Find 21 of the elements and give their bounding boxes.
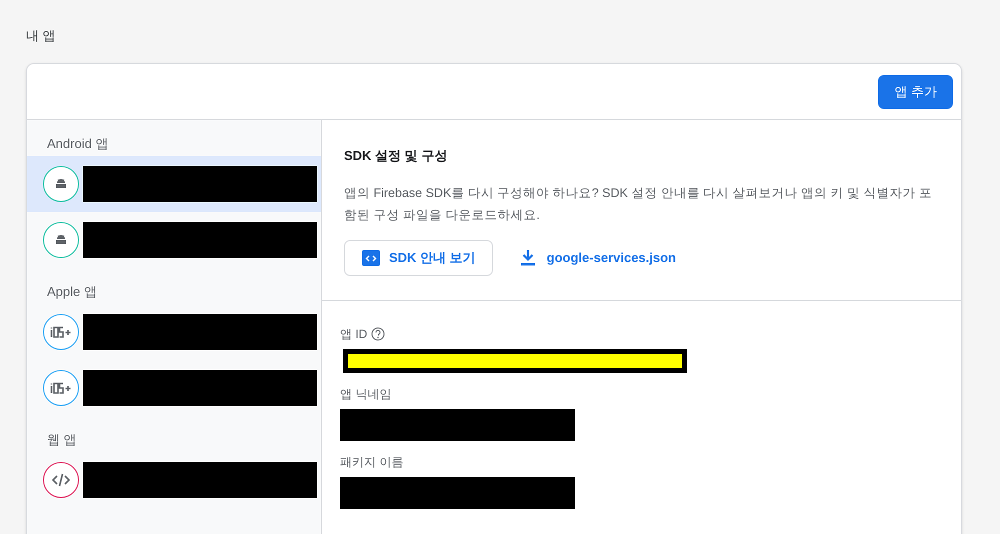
android-icon [55,235,67,245]
group-label: Apple 앱 [46,283,98,301]
ios-icon [50,382,72,394]
code-icon [52,473,70,487]
section-title: SDK 설정 및 구성 [344,147,448,165]
section-description: 앱의 Firebase SDK를 다시 구성해야 하나요? SDK 설정 안내를 다시 살펴보거나 앱의 키 및 식별자가 포함된 구성 파일을 다운로드하세요. [344,184,934,224]
download-link[interactable]: google-services.json [520,248,676,268]
field-label: 앱 닉네임 [340,386,392,402]
page-title: 내 앱 [26,27,57,45]
field-label: 앱 ID [340,326,368,342]
app-item[interactable] [27,156,321,212]
field-label: 패키지 이름 [340,454,404,470]
sdk-guide-button[interactable]: SDK 안내 보기 [344,240,493,276]
android-icon [55,179,67,189]
code-window-icon [361,248,381,266]
download-icon [520,249,535,266]
ios-icon [50,326,72,338]
group-label: Android 앱 [46,135,110,153]
help-icon[interactable] [371,326,386,340]
add-app-button[interactable]: 앱 추가 [878,74,953,108]
group-label: 웹 앱 [46,431,78,449]
